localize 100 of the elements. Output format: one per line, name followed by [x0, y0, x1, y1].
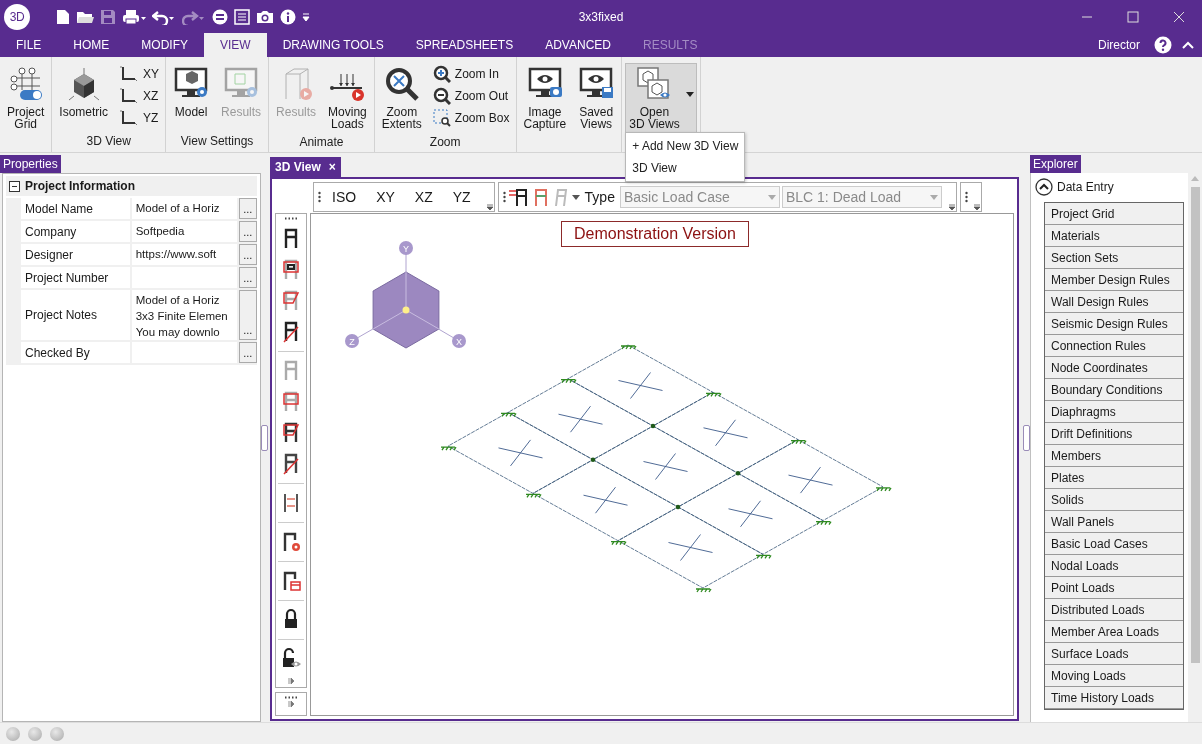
- explorer-item[interactable]: Basic Load Cases: [1045, 533, 1183, 555]
- new-file-icon[interactable]: [56, 8, 70, 25]
- property-name: Model Name: [21, 198, 130, 219]
- explorer-item[interactable]: Section Sets: [1045, 247, 1183, 269]
- property-value[interactable]: Model of a Horiz: [131, 198, 237, 219]
- explorer-item[interactable]: Nodal Loads: [1045, 555, 1183, 577]
- undo-icon[interactable]: [152, 8, 176, 25]
- frame-save-icon[interactable]: [281, 569, 301, 593]
- zoom-extents-icon: [383, 66, 420, 102]
- explorer-item[interactable]: Drift Definitions: [1045, 423, 1183, 445]
- ribbon-button[interactable]: Zoom Box: [429, 107, 513, 129]
- menu-tab[interactable]: HOME: [57, 33, 126, 57]
- scroll-thumb[interactable]: [1190, 187, 1200, 663]
- dropdown-caret-icon[interactable]: [685, 92, 694, 97]
- explorer-item[interactable]: Project Grid: [1045, 203, 1183, 225]
- ribbon-button[interactable]: Saved Views: [574, 63, 619, 133]
- overflow-icon[interactable]: [288, 678, 294, 684]
- dropdown-caret-icon[interactable]: [571, 194, 580, 200]
- menu-tab[interactable]: FILE: [0, 33, 58, 57]
- user-name[interactable]: Director: [1098, 38, 1140, 52]
- collapse-circle-icon[interactable]: [1035, 178, 1053, 196]
- ellipsis-button[interactable]: ...: [238, 221, 257, 242]
- view-button[interactable]: XZ: [405, 185, 442, 209]
- overflow-icon[interactable]: [948, 204, 955, 210]
- frame-arrows-icon[interactable]: [281, 491, 301, 515]
- ribbon-button[interactable]: XY: [116, 63, 163, 85]
- explorer-item[interactable]: Time History Loads: [1045, 687, 1183, 709]
- property-value[interactable]: Model of a Horiz 3x3 Finite Elemen You may downlo: [131, 290, 237, 340]
- ellipsis-button[interactable]: ...: [238, 290, 257, 340]
- ribbon-button[interactable]: Image Capture: [519, 63, 571, 133]
- overflow-icon[interactable]: [973, 204, 980, 210]
- explorer-item[interactable]: Member Area Loads: [1045, 621, 1183, 643]
- explorer-item[interactable]: Connection Rules: [1045, 335, 1183, 357]
- maximize-icon[interactable]: [1127, 10, 1139, 23]
- report-icon[interactable]: [234, 8, 250, 25]
- ribbon-button[interactable]: XZ: [116, 85, 163, 107]
- property-value[interactable]: Softpedia: [131, 221, 237, 242]
- overflow-icon[interactable]: [288, 701, 294, 707]
- splitter-handle[interactable]: [261, 424, 268, 451]
- explorer-item[interactable]: Boundary Conditions: [1045, 379, 1183, 401]
- menu-tab[interactable]: DRAWING TOOLS: [266, 33, 400, 57]
- ribbon-button[interactable]: Model: [169, 63, 214, 121]
- ellipsis-button[interactable]: ...: [238, 342, 257, 363]
- ellipsis-button[interactable]: ...: [238, 267, 257, 288]
- explorer-item[interactable]: Point Loads: [1045, 577, 1183, 599]
- property-value[interactable]: https://www.soft: [131, 244, 237, 265]
- close-icon[interactable]: [1173, 10, 1185, 23]
- slashed-frame-icon[interactable]: [281, 320, 301, 344]
- ellipsis-button[interactable]: ...: [238, 198, 257, 219]
- menu-tab[interactable]: MODIFY: [125, 33, 204, 57]
- frame-arrows-icon[interactable]: [507, 187, 530, 207]
- collapse-box-icon[interactable]: [9, 180, 20, 192]
- explorer-item[interactable]: Wall Panels: [1045, 511, 1183, 533]
- explorer-item[interactable]: Surface Loads: [1045, 643, 1183, 665]
- scrollbar[interactable]: [1188, 173, 1202, 722]
- ribbon-button[interactable]: Zoom In: [429, 63, 513, 85]
- explorer-item[interactable]: Moving Loads: [1045, 665, 1183, 687]
- explorer-item[interactable]: Plates: [1045, 467, 1183, 489]
- help-icon[interactable]: [1154, 36, 1172, 54]
- document-tab[interactable]: 3D View ×: [270, 157, 341, 177]
- ribbon-button[interactable]: Project Grid: [3, 63, 49, 133]
- boxed-frame-icon[interactable]: [281, 258, 301, 282]
- ribbon-button[interactable]: Zoom Extents: [377, 63, 426, 133]
- view-button[interactable]: XY: [367, 185, 404, 209]
- explorer-item[interactable]: Node Coordinates: [1045, 357, 1183, 379]
- overflow-icon[interactable]: [486, 204, 493, 210]
- collapse-icon[interactable]: [1182, 39, 1194, 51]
- print-icon[interactable]: [122, 8, 146, 25]
- explorer-item[interactable]: Materials: [1045, 225, 1183, 247]
- menu-tab[interactable]: SPREADSHEETS: [399, 33, 530, 57]
- explorer-item[interactable]: Distributed Loads: [1045, 599, 1183, 621]
- explorer-item[interactable]: Member Design Rules: [1045, 269, 1183, 291]
- panel-tab[interactable]: Properties: [0, 155, 61, 173]
- frame-gear-icon[interactable]: [281, 530, 301, 554]
- customize-icon[interactable]: [302, 11, 310, 22]
- explorer-item[interactable]: Members: [1045, 445, 1183, 467]
- explorer-item[interactable]: Diaphragms: [1045, 401, 1183, 423]
- ribbon-button[interactable]: Moving Loads: [324, 63, 371, 133]
- menu-tab[interactable]: VIEW: [204, 33, 267, 57]
- explorer-item[interactable]: Wall Design Rules: [1045, 291, 1183, 313]
- splitter-handle[interactable]: [1023, 424, 1030, 451]
- property-name: Project Number: [21, 267, 130, 288]
- boxed-frame-icon[interactable]: [281, 421, 301, 445]
- close-button[interactable]: ×: [328, 160, 336, 174]
- menu-item[interactable]: 3D View: [626, 157, 745, 179]
- camera-icon[interactable]: [256, 8, 274, 25]
- info-icon[interactable]: [280, 8, 296, 25]
- menu-item[interactable]: + Add New 3D View: [626, 135, 745, 157]
- menu-tab[interactable]: ADVANCED: [529, 33, 627, 57]
- ellipsis-button[interactable]: ...: [238, 244, 257, 265]
- explorer-item[interactable]: Seismic Design Rules: [1045, 313, 1183, 335]
- equal-circle-icon[interactable]: [212, 8, 228, 25]
- ribbon-button[interactable]: Isometric: [55, 63, 113, 121]
- view-button[interactable]: ISO: [323, 185, 366, 209]
- slashed-frame-icon[interactable]: [281, 452, 301, 476]
- view-button[interactable]: YZ: [443, 185, 480, 209]
- ribbon-button[interactable]: Zoom Out: [429, 85, 513, 107]
- explorer-item[interactable]: Solids: [1045, 489, 1183, 511]
- panel-tab[interactable]: Explorer: [1030, 155, 1081, 173]
- ribbon-button[interactable]: YZ: [116, 107, 163, 129]
